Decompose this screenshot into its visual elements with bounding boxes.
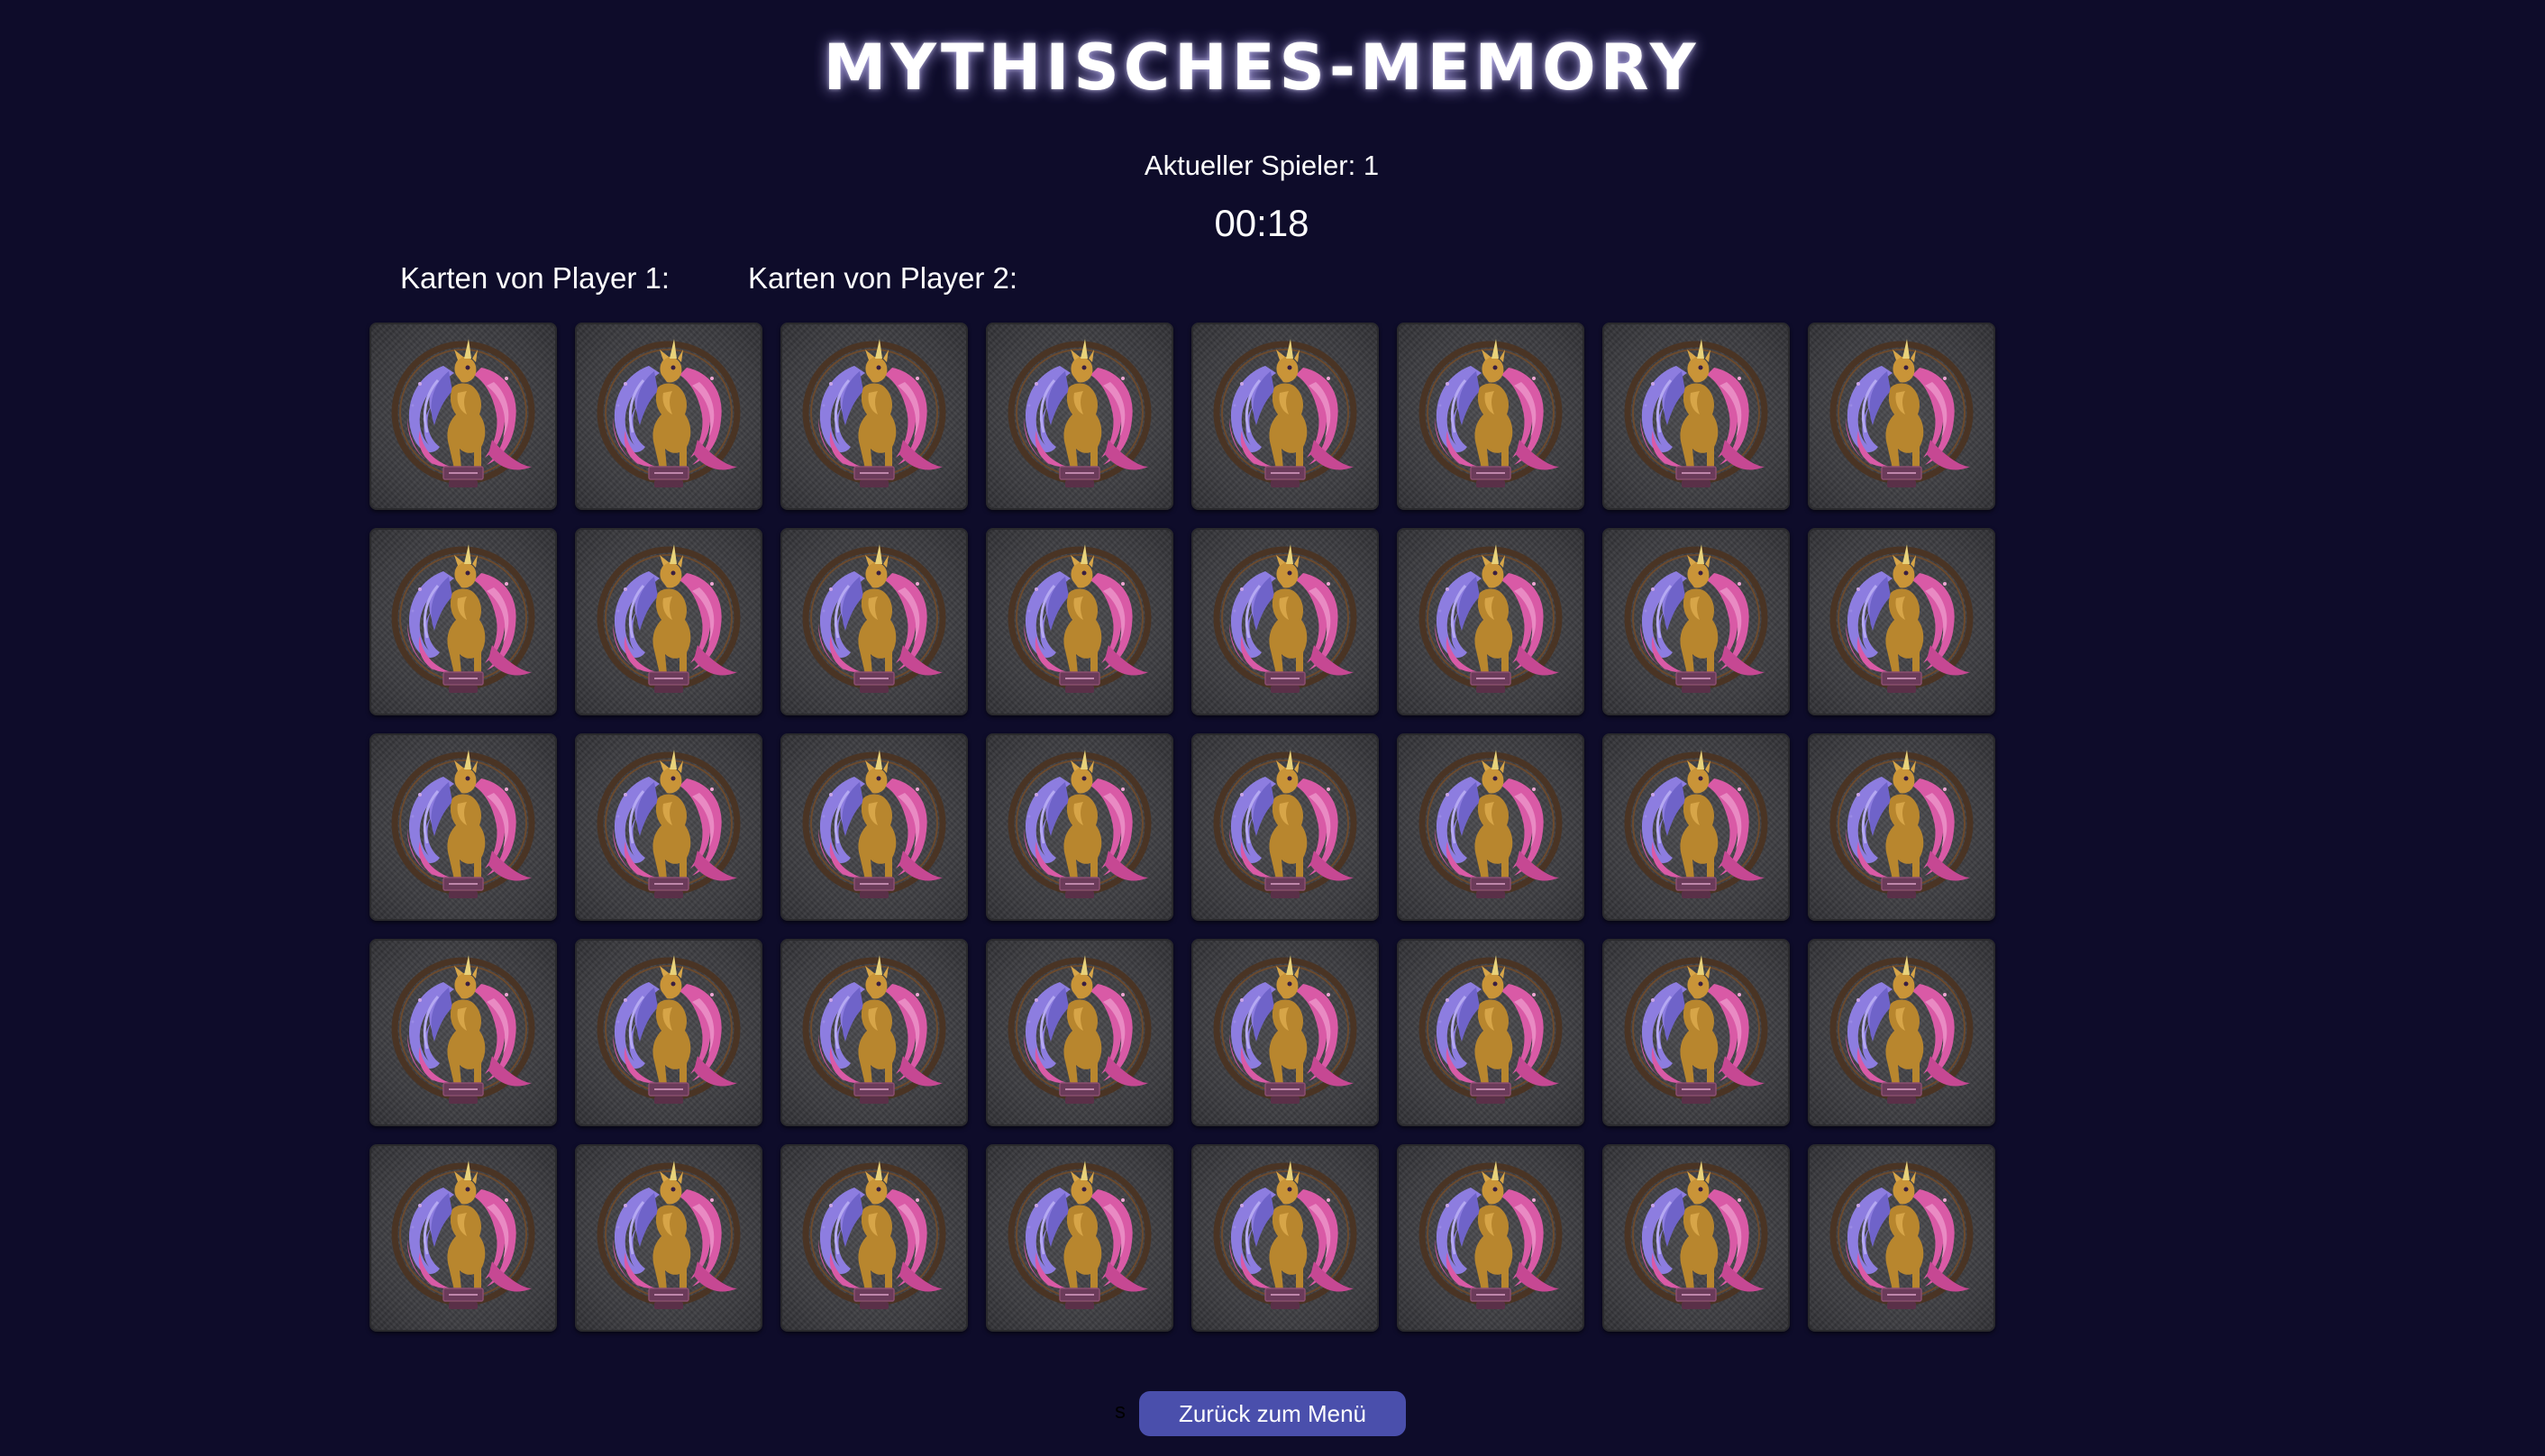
memory-card[interactable] [986, 733, 1173, 921]
unicorn-crest-card-back-icon [1008, 750, 1152, 898]
unicorn-crest-card-back-icon [1624, 1160, 1768, 1309]
memory-card[interactable] [1808, 733, 1995, 921]
unicorn-crest-card-back-icon [802, 955, 946, 1104]
memory-card[interactable] [575, 323, 762, 510]
unicorn-crest-card-back-icon [1829, 339, 1974, 487]
unicorn-crest-card-back-icon [1624, 955, 1768, 1104]
unicorn-crest-card-back-icon [1418, 955, 1563, 1104]
memory-card[interactable] [1191, 323, 1379, 510]
memory-card[interactable] [1602, 733, 1790, 921]
unicorn-crest-card-back-icon [1213, 544, 1357, 693]
unicorn-crest-card-back-icon [1213, 339, 1357, 487]
unicorn-crest-card-back-icon [1829, 955, 1974, 1104]
unicorn-crest-card-back-icon [1829, 750, 1974, 898]
unicorn-crest-card-back-icon [1624, 339, 1768, 487]
memory-card[interactable] [780, 733, 968, 921]
memory-card[interactable] [575, 528, 762, 715]
memory-card[interactable] [1808, 323, 1995, 510]
unicorn-crest-card-back-icon [1008, 544, 1152, 693]
memory-card[interactable] [369, 939, 557, 1126]
memory-card[interactable] [1397, 939, 1584, 1126]
memory-card[interactable] [1397, 528, 1584, 715]
unicorn-crest-card-back-icon [597, 1160, 741, 1309]
unicorn-crest-card-back-icon [1008, 955, 1152, 1104]
memory-card[interactable] [1602, 939, 1790, 1126]
memory-card[interactable] [780, 1144, 968, 1332]
memory-card[interactable] [986, 528, 1173, 715]
memory-card[interactable] [575, 733, 762, 921]
memory-card[interactable] [575, 939, 762, 1126]
unicorn-crest-card-back-icon [802, 750, 946, 898]
unicorn-crest-card-back-icon [1008, 1160, 1152, 1309]
unicorn-crest-card-back-icon [1418, 339, 1563, 487]
memory-card[interactable] [1808, 1144, 1995, 1332]
unicorn-crest-card-back-icon [802, 544, 946, 693]
unicorn-crest-card-back-icon [1213, 750, 1357, 898]
memory-card[interactable] [780, 939, 968, 1126]
memory-card[interactable] [1191, 939, 1379, 1126]
memory-card[interactable] [986, 939, 1173, 1126]
memory-card[interactable] [1191, 528, 1379, 715]
memory-card[interactable] [369, 323, 557, 510]
memory-card[interactable] [1397, 1144, 1584, 1332]
game-timer: 00:18 [1214, 202, 1309, 244]
unicorn-crest-card-back-icon [1008, 339, 1152, 487]
memory-card[interactable] [1191, 1144, 1379, 1332]
unicorn-crest-card-back-icon [1829, 544, 1974, 693]
unicorn-crest-card-back-icon [1829, 1160, 1974, 1309]
page-title: MYTHISCHES-MEMORY [823, 31, 1701, 105]
memory-card[interactable] [369, 733, 557, 921]
memory-card[interactable] [1191, 733, 1379, 921]
memory-card[interactable] [986, 1144, 1173, 1332]
unicorn-crest-card-back-icon [597, 750, 741, 898]
unicorn-crest-card-back-icon [802, 1160, 946, 1309]
memory-card[interactable] [780, 528, 968, 715]
memory-card[interactable] [369, 1144, 557, 1332]
unicorn-crest-card-back-icon [597, 544, 741, 693]
unicorn-crest-card-back-icon [391, 750, 535, 898]
unicorn-crest-card-back-icon [1418, 750, 1563, 898]
unicorn-crest-card-back-icon [1418, 1160, 1563, 1309]
memory-card[interactable] [1397, 323, 1584, 510]
unicorn-crest-card-back-icon [1624, 544, 1768, 693]
unicorn-crest-card-back-icon [597, 339, 741, 487]
memory-card[interactable] [780, 323, 968, 510]
memory-card[interactable] [1602, 1144, 1790, 1332]
memory-card[interactable] [1602, 323, 1790, 510]
memory-card[interactable] [986, 323, 1173, 510]
unicorn-crest-card-back-icon [391, 1160, 535, 1309]
memory-card[interactable] [1397, 733, 1584, 921]
unicorn-crest-card-back-icon [597, 955, 741, 1104]
unicorn-crest-card-back-icon [391, 544, 535, 693]
memory-card[interactable] [1602, 528, 1790, 715]
memory-board [369, 323, 1999, 1332]
unicorn-crest-card-back-icon [1213, 1160, 1357, 1309]
memory-card[interactable] [575, 1144, 762, 1332]
unicorn-crest-card-back-icon [1624, 750, 1768, 898]
back-to-menu-button[interactable]: Zurück zum Menü [1139, 1391, 1406, 1436]
current-player-indicator: Aktueller Spieler: 1 [1144, 150, 1380, 181]
unicorn-crest-card-back-icon [802, 339, 946, 487]
stray-text: s [1115, 1399, 1126, 1424]
player-1-cards-label: Karten von Player 1: [400, 261, 670, 295]
unicorn-crest-card-back-icon [1418, 544, 1563, 693]
unicorn-crest-card-back-icon [391, 339, 535, 487]
memory-card[interactable] [369, 528, 557, 715]
player-2-cards-label: Karten von Player 2: [748, 261, 1017, 295]
unicorn-crest-card-back-icon [391, 955, 535, 1104]
unicorn-crest-card-back-icon [1213, 955, 1357, 1104]
memory-card[interactable] [1808, 939, 1995, 1126]
game-page: MYTHISCHES-MEMORY Aktueller Spieler: 1 0… [0, 0, 2545, 1456]
memory-card[interactable] [1808, 528, 1995, 715]
